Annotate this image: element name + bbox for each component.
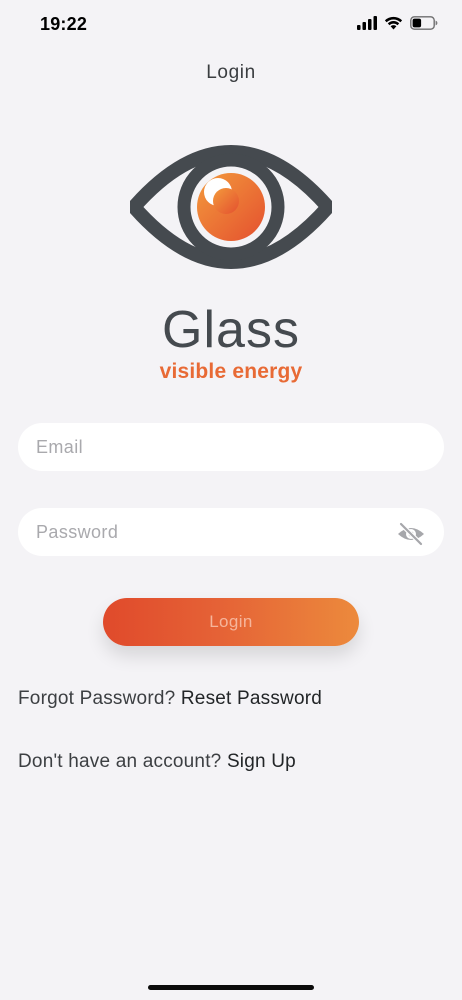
brand-name: Glass (162, 301, 300, 359)
signup-prompt: Don't have an account? (18, 751, 222, 772)
email-input[interactable] (36, 423, 396, 471)
wifi-icon (384, 16, 403, 30)
forgot-password-row: Forgot Password? Reset Password (18, 688, 322, 710)
battery-icon (410, 16, 438, 30)
brand-tagline: visible energy (159, 360, 303, 383)
status-bar: 19:22 (0, 0, 462, 52)
home-indicator[interactable] (148, 985, 314, 990)
forgot-password-prompt: Forgot Password? (18, 688, 176, 709)
eye-logo-icon (130, 145, 332, 269)
page-title: Login (206, 62, 256, 83)
status-time: 19:22 (40, 14, 88, 34)
eye-slash-icon[interactable] (396, 522, 426, 546)
sign-up-link[interactable]: Sign Up (227, 751, 296, 772)
status-icons (357, 16, 438, 30)
signup-row: Don't have an account? Sign Up (18, 751, 296, 773)
login-button[interactable]: Login (103, 598, 359, 646)
cellular-signal-icon (357, 16, 377, 30)
password-input[interactable] (36, 508, 396, 556)
password-field[interactable] (18, 508, 444, 556)
email-field[interactable] (18, 423, 444, 471)
reset-password-link[interactable]: Reset Password (181, 688, 322, 709)
